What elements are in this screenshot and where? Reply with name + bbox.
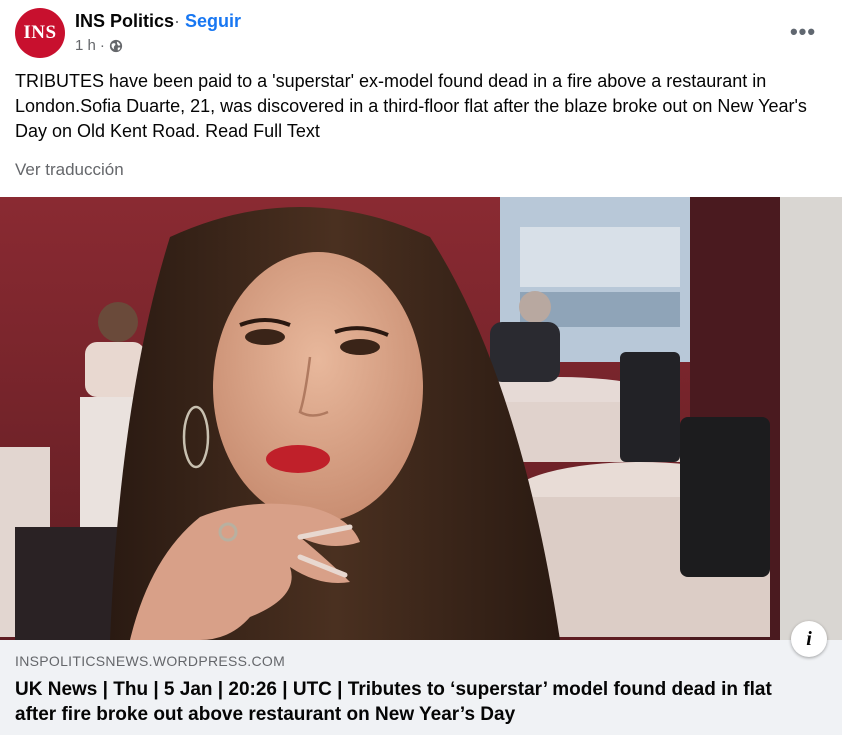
more-dots-icon: ••• xyxy=(789,19,817,44)
info-button[interactable]: i xyxy=(791,621,827,657)
follow-button[interactable]: Seguir xyxy=(185,11,241,32)
info-icon: i xyxy=(806,627,812,650)
link-title[interactable]: UK News | Thu | 5 Jan | 20:26 | UTC | Tr… xyxy=(15,677,815,727)
post-meta: 1 h · xyxy=(75,37,123,54)
link-domain: INSPOLITICSNEWS.WORDPRESS.COM xyxy=(15,653,286,669)
post-timestamp[interactable]: 1 h xyxy=(75,37,96,54)
globe-icon xyxy=(109,39,122,52)
name-separator: · xyxy=(174,11,180,31)
photo-illustration xyxy=(0,197,842,640)
link-preview-card[interactable]: INSPOLITICSNEWS.WORDPRESS.COM UK News | … xyxy=(0,640,842,735)
post-photo[interactable] xyxy=(0,197,842,640)
page-name-link[interactable]: INS Politics xyxy=(75,11,174,32)
page-avatar[interactable]: INS xyxy=(15,8,65,58)
more-options-button[interactable]: ••• xyxy=(786,18,820,46)
post-body-text: TRIBUTES have been paid to a 'superstar'… xyxy=(15,71,807,141)
avatar-logo-text: INS xyxy=(23,22,57,43)
see-translation-link[interactable]: Ver traducción xyxy=(15,160,124,180)
